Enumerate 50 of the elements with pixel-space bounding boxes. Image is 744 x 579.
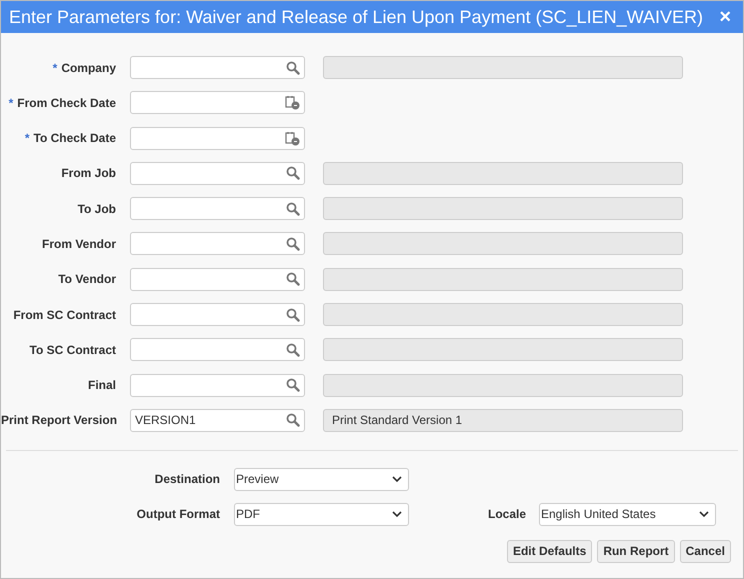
lookup-field[interactable] xyxy=(130,162,305,185)
output-format-dropdown[interactable]: PDF xyxy=(234,502,409,526)
field-label: To Vendor xyxy=(58,272,116,286)
date-field[interactable] xyxy=(130,91,305,114)
lookup-field[interactable] xyxy=(130,56,305,79)
lookup-field[interactable] xyxy=(130,338,305,362)
search-icon[interactable] xyxy=(286,272,300,286)
field-label: To SC Contract xyxy=(30,342,116,357)
field-label: Company xyxy=(61,60,116,74)
field-label: Print Report Version xyxy=(1,413,118,428)
field-label: Destination xyxy=(154,472,220,486)
lookup-field[interactable] xyxy=(130,232,305,256)
search-icon[interactable] xyxy=(286,378,300,392)
date-field[interactable] xyxy=(130,126,305,150)
search-icon[interactable] xyxy=(286,413,300,428)
lookup-field[interactable] xyxy=(130,303,305,326)
window-title: Enter Parameters for: Waiver and Release of Lien Upon Payment (SC_LIEN_WAIVER) xyxy=(9,6,703,28)
lookup-field[interactable] xyxy=(130,197,305,220)
field-label: From SC Contract xyxy=(13,308,116,322)
lookup-field[interactable]: VERSION1 xyxy=(130,408,305,432)
field-label: Output Format xyxy=(136,507,220,522)
required-mark: * xyxy=(24,131,30,146)
field-label: Final xyxy=(88,378,116,392)
field-label: To Check Date xyxy=(34,131,116,146)
search-icon[interactable] xyxy=(286,236,300,251)
field-label: To Job xyxy=(78,202,116,216)
calendar-icon[interactable] xyxy=(285,130,300,146)
locale-dropdown[interactable]: English United States xyxy=(539,502,716,526)
search-icon[interactable] xyxy=(286,342,300,357)
chevron-icon[interactable] xyxy=(699,510,709,518)
required-mark: * xyxy=(8,96,14,110)
calendar-icon[interactable] xyxy=(285,95,300,110)
field-label: Locale xyxy=(486,507,526,522)
search-icon[interactable] xyxy=(286,166,300,180)
action-button[interactable]: Run Report xyxy=(597,540,675,563)
field-label: From Vendor xyxy=(42,236,116,251)
destination-dropdown[interactable]: Preview xyxy=(234,468,409,491)
chevron-icon[interactable] xyxy=(392,510,402,518)
field-label: From Job xyxy=(61,166,116,180)
chevron-icon[interactable] xyxy=(392,476,402,483)
search-icon[interactable] xyxy=(286,202,300,216)
field-label: From Check Date xyxy=(17,96,116,110)
search-icon[interactable] xyxy=(286,60,300,74)
required-mark: * xyxy=(52,60,58,74)
action-button[interactable]: Cancel xyxy=(680,540,731,563)
description-field: Print Standard Version 1 xyxy=(323,408,683,432)
lookup-field[interactable] xyxy=(130,268,305,291)
lookup-field[interactable] xyxy=(130,374,305,397)
action-button[interactable]: Edit Defaults xyxy=(506,540,592,563)
search-icon[interactable] xyxy=(286,308,300,322)
